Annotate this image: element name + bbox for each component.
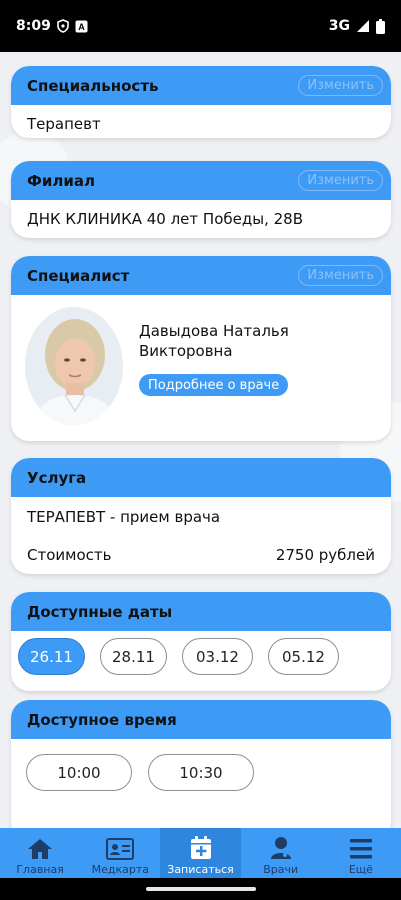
doctor-name-line1: Давыдова Наталья (139, 322, 289, 340)
doctor-name-line2: Викторовна (139, 342, 233, 360)
dates-title: Доступные даты (27, 602, 173, 621)
notification-a-icon: A (75, 20, 88, 33)
dates-card: Доступные даты 26.11 28.11 03.12 05.12 (11, 592, 391, 691)
nav-medcard-label: Медкарта (91, 863, 149, 876)
network-type: 3G (328, 18, 350, 34)
battery-icon (376, 18, 385, 34)
medcard-icon (106, 838, 135, 860)
branch-change-button[interactable]: Изменить (298, 170, 383, 191)
times-header: Доступное время (11, 700, 391, 739)
date-option[interactable]: 26.11 (18, 638, 85, 675)
branch-header: Филиал Изменить (11, 161, 391, 200)
home-gesture-handle[interactable] (146, 887, 256, 891)
shield-icon (57, 19, 69, 33)
menu-icon (349, 839, 372, 859)
specialty-title: Специальность (27, 76, 159, 95)
specialty-header: Специальность Изменить (11, 66, 391, 105)
specialist-change-button[interactable]: Изменить (298, 265, 383, 286)
service-header: Услуга (11, 458, 391, 497)
nav-appointment-label: Записаться (167, 863, 234, 876)
nav-doctors-label: Врачи (263, 863, 299, 876)
time-option[interactable]: 10:30 (148, 754, 254, 791)
svg-text:A: A (78, 22, 85, 32)
branch-value: ДНК КЛИНИКА 40 лет Победы, 28В (27, 210, 303, 228)
service-title: Услуга (27, 468, 87, 487)
service-cost-row: Стоимость 2750 рублей (11, 546, 391, 564)
branch-card: Филиал Изменить ДНК КЛИНИКА 40 лет Побед… (11, 161, 391, 238)
cost-label: Стоимость (27, 546, 112, 564)
nav-home-label: Главная (16, 863, 64, 876)
doctor-name: Давыдова Наталья Викторовна (139, 321, 369, 361)
nav-home[interactable]: Главная (0, 828, 80, 878)
status-bar: 8:09 A 3G (0, 0, 401, 52)
signal-icon (356, 19, 370, 33)
doctor-icon (270, 837, 291, 859)
date-option[interactable]: 03.12 (182, 638, 253, 675)
specialty-change-button[interactable]: Изменить (298, 75, 383, 96)
home-icon (28, 839, 53, 859)
nav-doctors[interactable]: Врачи (241, 828, 321, 878)
doctor-details-button[interactable]: Подробнее о враче (139, 374, 289, 396)
specialist-header: Специалист Изменить (11, 256, 391, 295)
status-time: 8:09 (16, 18, 51, 34)
cost-value: 2750 рублей (275, 546, 375, 564)
service-card: Услуга ТЕРАПЕВТ - прием врача Стоимость … (11, 458, 391, 574)
times-card: Доступное время 10:00 10:30 (11, 700, 391, 828)
specialty-value: Терапевт (27, 115, 101, 133)
dates-header: Доступные даты (11, 592, 391, 631)
service-name: ТЕРАПЕВТ - прием врача (27, 508, 221, 526)
date-option[interactable]: 05.12 (268, 638, 339, 675)
branch-title: Филиал (27, 171, 95, 190)
bottom-nav: Главная Медкарта Записаться Врачи Ещё (0, 828, 401, 878)
time-option[interactable]: 10:00 (26, 754, 132, 791)
calendar-plus-icon (190, 836, 211, 859)
nav-more[interactable]: Ещё (321, 828, 401, 878)
specialty-card: Специальность Изменить Терапевт (11, 66, 391, 138)
specialist-title: Специалист (27, 266, 130, 285)
specialist-card: Специалист Изменить Давыдова Наталья Вик… (11, 256, 391, 441)
nav-more-label: Ещё (348, 863, 373, 876)
date-option[interactable]: 28.11 (100, 638, 167, 675)
doctor-photo (25, 307, 123, 425)
times-title: Доступное время (27, 710, 177, 729)
gesture-bar (0, 878, 401, 900)
appointment-content[interactable]: Специальность Изменить Терапевт Филиал И… (0, 52, 401, 828)
nav-appointment[interactable]: Записаться (160, 828, 241, 878)
nav-medcard[interactable]: Медкарта (80, 828, 160, 878)
